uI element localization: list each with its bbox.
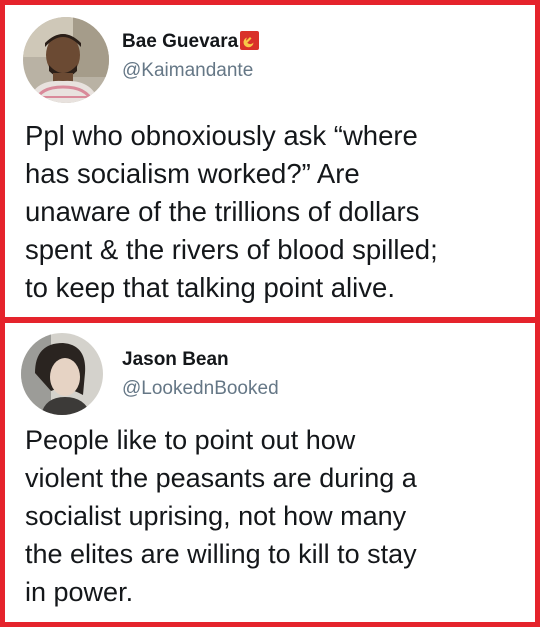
username-handle[interactable]: @Kaimandante xyxy=(122,60,253,82)
display-name[interactable]: Jason Bean xyxy=(122,349,229,371)
display-name[interactable]: Bae Guevara xyxy=(122,31,260,53)
avatar[interactable] xyxy=(21,333,103,415)
username-handle[interactable]: @LookednBooked xyxy=(122,378,279,400)
avatar[interactable] xyxy=(23,17,109,103)
tweet-card[interactable]: Bae Guevara @Kaimandante Ppl who obnoxio… xyxy=(0,0,540,322)
display-name-text[interactable]: Bae Guevara xyxy=(122,31,238,52)
tweet-text: People like to point out how violent the… xyxy=(25,425,417,607)
tweet-card[interactable]: Jason Bean @LookednBooked People like to… xyxy=(0,318,540,627)
hammer-sickle-flag-icon xyxy=(240,31,260,50)
tweet-text: Ppl who obnoxiously ask “where has socia… xyxy=(25,120,438,303)
